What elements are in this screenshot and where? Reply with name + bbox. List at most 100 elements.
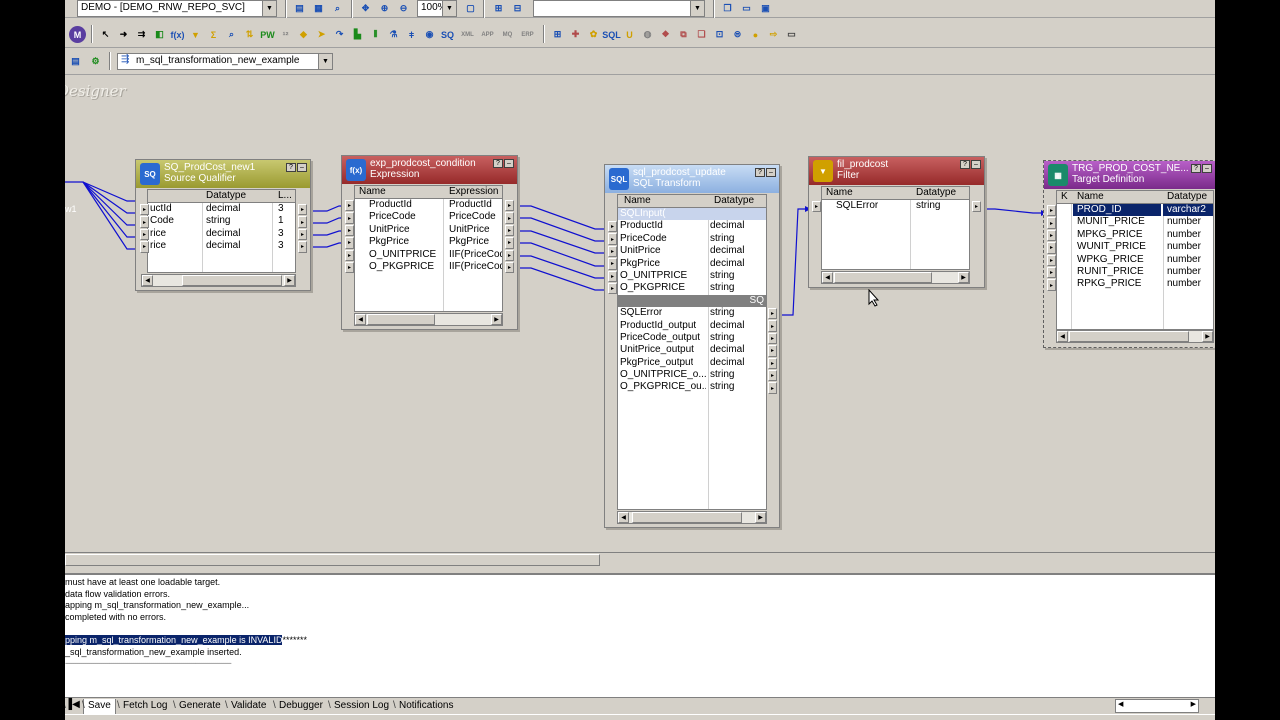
minimize-icon[interactable]: –: [297, 163, 307, 172]
sql-input-group[interactable]: SQLInput(: [618, 208, 766, 221]
output-icon[interactable]: ⇨: [765, 26, 782, 43]
search-combo[interactable]: ▼: [533, 0, 705, 17]
port-icon[interactable]: ▸: [298, 228, 307, 241]
table-row[interactable]: O_PKGPRICEIIF(PriceCode: [355, 261, 502, 273]
table-row[interactable]: O_UNITPRICEIIF(PriceCode: [355, 249, 502, 261]
app-source-icon[interactable]: APP: [479, 26, 496, 43]
tab-save[interactable]: Save: [82, 699, 116, 714]
normalizer-icon[interactable]: ↷: [331, 26, 348, 43]
table-row[interactable]: O_UNITPRICE string: [618, 270, 766, 282]
filter-transformation[interactable]: ▼ fil_prodcost Filter ? – Name Datatype S…: [808, 156, 985, 288]
scroll-left-icon[interactable]: ◀: [618, 512, 629, 523]
sq-hscroll[interactable]: ◀ ▶: [141, 274, 296, 287]
update-strategy-icon[interactable]: ✚: [567, 26, 584, 43]
scroll-right-icon[interactable]: ▶: [755, 512, 766, 523]
port-icon[interactable]: ▸: [345, 224, 354, 237]
port-icon[interactable]: ▸: [768, 357, 777, 369]
zoom-icon[interactable]: ⌕: [329, 0, 346, 17]
tab-generate[interactable]: Generate: [173, 699, 225, 714]
port-icon[interactable]: ▸: [1047, 229, 1056, 242]
table-row[interactable]: uctId decimal 3: [148, 203, 295, 215]
table-row[interactable]: UnitPrice decimal: [618, 245, 766, 257]
sorter-icon[interactable]: ⇅: [241, 26, 258, 43]
sql-hscroll[interactable]: ◀ ▶: [617, 511, 767, 524]
scroll-left-icon[interactable]: ◀: [1118, 700, 1123, 708]
table-row[interactable]: UnitPrice UnitPrice: [355, 224, 502, 236]
chart-icon[interactable]: ▙: [349, 26, 366, 43]
scroll-thumb[interactable]: [182, 275, 282, 286]
web-service-icon[interactable]: ⊜: [729, 26, 746, 43]
port-icon[interactable]: ▸: [140, 204, 149, 216]
filter-header[interactable]: ▼ fil_prodcost Filter ? –: [809, 157, 984, 185]
scroll-thumb[interactable]: [834, 272, 932, 283]
sql-transformation[interactable]: SQL sql_prodcost_update SQL Transform ? –…: [604, 164, 780, 528]
table-row[interactable]: PkgPrice PkgPrice: [355, 236, 502, 248]
minimize-icon[interactable]: –: [504, 159, 514, 168]
mapping-combo[interactable]: ⇶ m_sql_transformation_new_example ▼: [117, 53, 333, 70]
table-row[interactable]: rice decimal 3: [148, 240, 295, 252]
scroll-thumb[interactable]: [65, 554, 600, 566]
pan-icon[interactable]: ✥: [357, 0, 374, 17]
tab-notifications[interactable]: Notifications: [393, 699, 457, 714]
port-icon[interactable]: ▸: [505, 212, 514, 224]
scroll-right-icon[interactable]: ▶: [1191, 700, 1196, 708]
port-icon[interactable]: ▸: [140, 241, 149, 253]
pointer-icon[interactable]: ↖: [97, 26, 114, 43]
source-qualifier-transformation[interactable]: SQ SQ_ProdCost_new1 Source Qualifier ? – …: [135, 159, 311, 291]
link-all-icon[interactable]: ⇉: [133, 26, 150, 43]
port-icon[interactable]: ▸: [608, 270, 617, 282]
mapping-parameters-icon[interactable]: ⚙: [87, 53, 104, 70]
unstructured-icon[interactable]: U: [621, 26, 638, 43]
sql-transform-icon[interactable]: SQL: [602, 26, 621, 43]
port-icon[interactable]: ▸: [140, 228, 149, 241]
table-row[interactable]: Code string 1: [148, 215, 295, 227]
aggregator-icon[interactable]: Σ: [205, 26, 222, 43]
erp-source-icon[interactable]: ERP: [519, 26, 536, 43]
port-icon[interactable]: ▸: [768, 332, 777, 345]
port-icon[interactable]: ▸: [608, 233, 617, 245]
minimize-icon[interactable]: –: [971, 160, 981, 169]
mapping-icon[interactable]: ▤: [67, 53, 84, 70]
filter-icon[interactable]: ▼: [187, 26, 204, 43]
port-icon[interactable]: ▸: [505, 249, 514, 261]
port-icon[interactable]: ▸: [768, 320, 777, 332]
table-row[interactable]: MPKG_PRICE number: [1057, 229, 1213, 241]
joiner-icon[interactable]: ◆: [295, 26, 312, 43]
window-cascade-icon[interactable]: ❐: [719, 0, 736, 17]
zoom-in-icon[interactable]: ⊕: [376, 0, 393, 17]
help-icon[interactable]: ?: [493, 159, 503, 168]
scroll-left-icon[interactable]: ◀: [355, 314, 366, 325]
port-icon[interactable]: ▸: [345, 249, 354, 261]
navigator-icon[interactable]: ▤: [291, 0, 308, 17]
target-hscroll[interactable]: ◀ ▶: [1056, 330, 1214, 343]
table-row[interactable]: ProductId decimal: [618, 220, 766, 232]
rank-icon[interactable]: ➤: [313, 26, 330, 43]
mq-source-icon[interactable]: MQ: [499, 26, 516, 43]
port-icon[interactable]: ▸: [608, 258, 617, 270]
arrange-icon[interactable]: ⊞: [490, 0, 507, 17]
data-masking-icon[interactable]: ⊡: [711, 26, 728, 43]
transaction-control-icon[interactable]: ⊞: [549, 26, 566, 43]
target-header[interactable]: ▦ TRG_PROD_COST_NE... Target Definition …: [1044, 161, 1215, 189]
port-icon[interactable]: ▸: [140, 216, 149, 228]
source-qualifier-icon[interactable]: ◧: [151, 26, 168, 43]
scroll-left-icon[interactable]: ◀: [142, 275, 153, 286]
mapplet-icon[interactable]: M: [69, 26, 86, 43]
link-icon[interactable]: ➜: [115, 26, 132, 43]
port-icon[interactable]: ▸: [1047, 205, 1056, 217]
port-icon[interactable]: ▸: [1047, 254, 1056, 266]
port-icon[interactable]: ▸: [505, 237, 514, 249]
zoom-combo[interactable]: 100% ▼: [417, 0, 457, 17]
port-icon[interactable]: ▸: [768, 369, 777, 382]
help-icon[interactable]: ?: [755, 168, 765, 177]
scroll-thumb[interactable]: [1069, 331, 1189, 342]
scroll-thumb[interactable]: [367, 314, 435, 325]
xml-source-icon[interactable]: XML: [459, 26, 476, 43]
port-icon[interactable]: ▸: [972, 201, 981, 213]
tabs-hscroll[interactable]: ◀ ▶: [1115, 699, 1199, 713]
table-row[interactable]: O_PKGPRICE_ou... string: [618, 381, 766, 393]
port-icon[interactable]: ▸: [505, 261, 514, 274]
lookup-icon[interactable]: ⌕: [223, 26, 240, 43]
port-icon[interactable]: ▸: [505, 224, 514, 237]
table-row[interactable]: PkgPrice_output decimal: [618, 357, 766, 369]
